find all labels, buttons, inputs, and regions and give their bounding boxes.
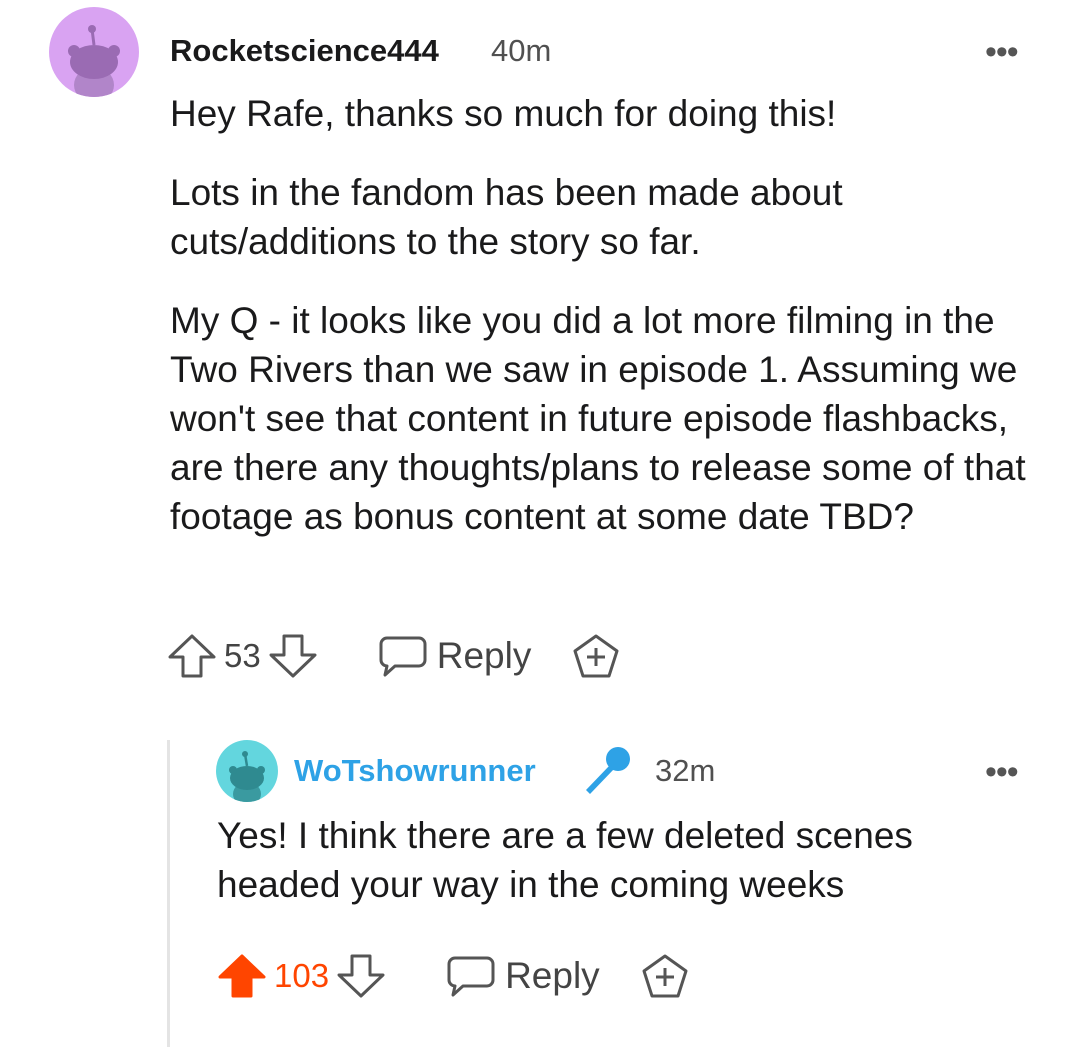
snoo-avatar-icon — [68, 25, 120, 97]
vote-score: 103 — [274, 957, 330, 994]
microphone-icon — [578, 744, 634, 796]
thread-line[interactable] — [167, 740, 170, 1047]
snoo-avatar-icon — [229, 751, 265, 802]
award-button[interactable] — [640, 953, 690, 999]
avatar[interactable] — [216, 740, 278, 802]
award-plus-icon — [573, 634, 619, 678]
award-button[interactable] — [571, 633, 621, 679]
comment-timestamp: 32m — [655, 753, 716, 788]
speech-bubble-icon — [379, 636, 427, 677]
upvote-arrow-icon — [168, 634, 216, 678]
reply-button[interactable]: Reply — [379, 634, 532, 678]
comment-paragraph: My Q - it looks like you did a lot more … — [170, 300, 1026, 537]
comment-username[interactable]: WoTshowrunner — [294, 753, 536, 789]
comment-username[interactable]: Rocketscience444 — [170, 33, 439, 69]
upvote-button[interactable] — [216, 953, 268, 999]
more-options-button[interactable]: ••• — [985, 35, 1019, 69]
award-plus-icon — [642, 954, 688, 998]
upvote-button[interactable] — [166, 633, 218, 679]
comment-body: Hey Rafe, thanks so much for doing this!… — [170, 89, 1050, 541]
comment-paragraph: Lots in the fandom has been made about c… — [170, 172, 843, 262]
downvote-arrow-icon — [337, 954, 385, 998]
downvote-arrow-icon — [269, 634, 317, 678]
reply-label: Reply — [436, 635, 532, 676]
comment-actions: 53 Reply — [166, 631, 621, 681]
avatar[interactable] — [49, 7, 139, 97]
comment-paragraph: Hey Rafe, thanks so much for doing this! — [170, 93, 837, 134]
reply-label: Reply — [505, 955, 600, 996]
comment-paragraph: Yes! I think there are a few deleted sce… — [217, 815, 913, 905]
comment-actions: 103 Reply — [216, 951, 690, 1001]
reply-button[interactable]: Reply — [447, 954, 600, 998]
upvote-arrow-icon — [218, 954, 266, 998]
more-options-button[interactable]: ••• — [985, 755, 1019, 789]
downvote-button[interactable] — [267, 633, 319, 679]
comment-timestamp: 40m — [491, 33, 552, 68]
downvote-button[interactable] — [335, 953, 387, 999]
comment-body: Yes! I think there are a few deleted sce… — [217, 811, 1017, 909]
speech-bubble-icon — [447, 956, 495, 997]
vote-score: 53 — [224, 637, 261, 674]
